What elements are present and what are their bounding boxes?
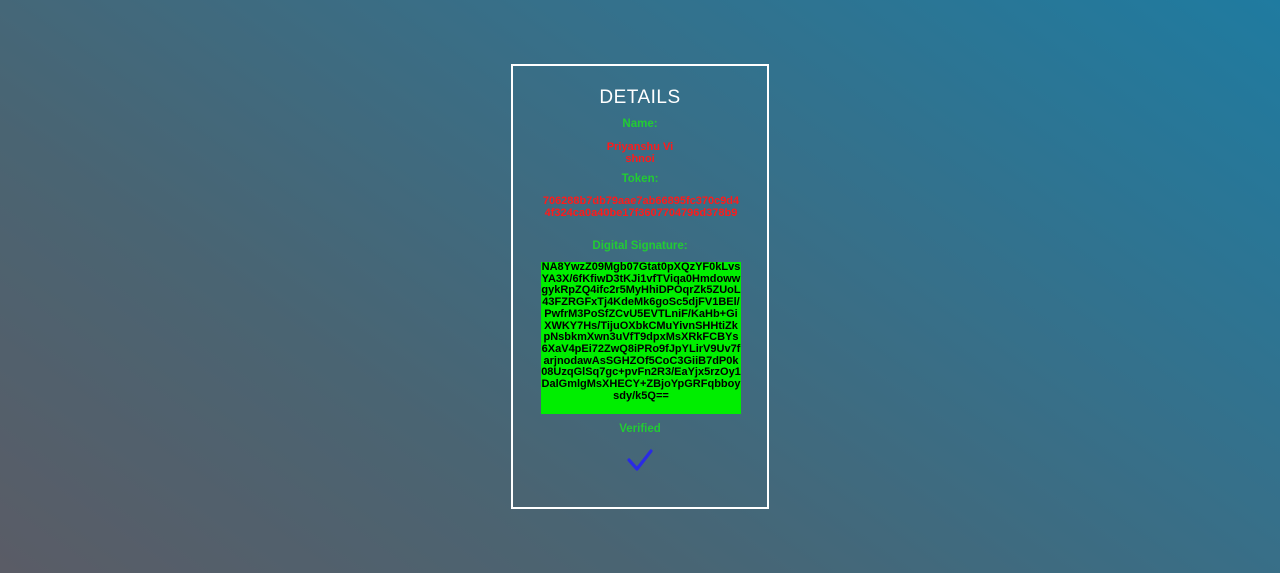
details-title: DETAILS xyxy=(599,87,681,108)
verified-check xyxy=(513,446,767,476)
details-card: DETAILS Name: Priyanshu Vishnoi Token: 7… xyxy=(511,64,769,509)
name-value: Priyanshu Vishnoi xyxy=(606,141,674,165)
token-value: 706288b7db79aae7ab66895fc370c9d44f324ca0… xyxy=(542,195,740,219)
token-label: Token: xyxy=(621,173,659,185)
name-label: Name: xyxy=(622,118,658,130)
verified-label: Verified xyxy=(619,423,661,435)
signature-value: NA8YwzZ09Mgb07Gtat0pXQzYF0kLvsYA3X/6fKfi… xyxy=(541,262,741,414)
checkmark-icon xyxy=(627,449,653,471)
signature-label: Digital Signature: xyxy=(592,240,688,252)
